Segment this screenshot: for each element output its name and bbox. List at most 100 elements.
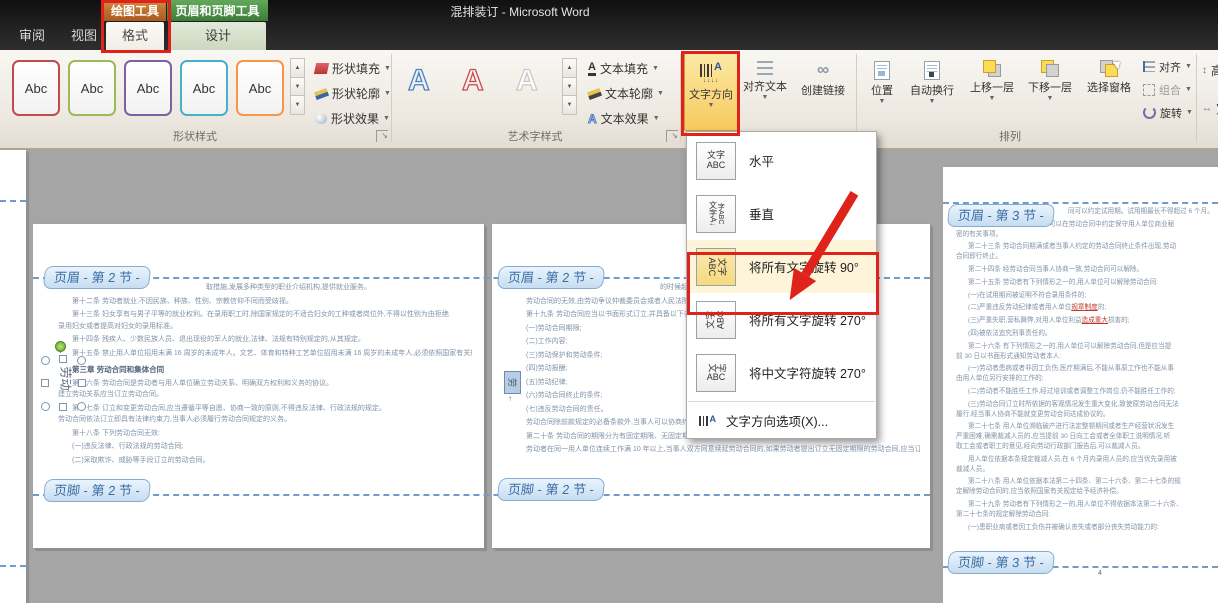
- page-text-left: 取措施,发展多种类型的职业介绍机构,提供就业服务。第十二条 劳动者就业,不因民族…: [58, 282, 472, 466]
- menu-separator: [688, 401, 875, 402]
- selection-pane-icon: [1100, 60, 1118, 77]
- text-line: (二)严重违反劳动纪律或者用人单位规章制度的;: [956, 303, 1218, 313]
- chevron-down-icon: ▼: [708, 102, 715, 109]
- text-fill-button[interactable]: A 文本填充▼: [588, 58, 659, 79]
- shape-style-swatch[interactable]: Abc: [68, 60, 116, 116]
- tab-view[interactable]: 视图: [60, 22, 108, 50]
- header-tag-section3: 页眉 - 第 3 节 -: [947, 204, 1055, 227]
- selection-handle[interactable]: [78, 379, 86, 387]
- text-line: 第十七条 订立和变更劳动合同,应当遵循平等自愿、协商一致的原则,不得违反法律、行…: [58, 403, 472, 415]
- footer-tag-section2-right: 页脚 - 第 2 节 -: [497, 478, 605, 501]
- shape-style-swatch[interactable]: Abc: [236, 60, 284, 116]
- selection-handle[interactable]: [59, 355, 67, 363]
- dialog-launcher-icon[interactable]: ↘: [376, 130, 388, 142]
- chevron-down-icon: ▼: [879, 98, 886, 105]
- text-line: 履行,经当事人协商不能就变更劳动合同达成协议的。: [956, 410, 1218, 420]
- text-line: 第二十四条 经劳动合同当事人协商一致,劳动合同可以解除。: [956, 265, 1218, 275]
- text-line: 第十五条 禁止用人单位招用未满 16 周岁的未成年人。文艺、体育和特种工艺单位招…: [58, 348, 472, 360]
- wrap-text-button[interactable]: 自动换行 ▼: [904, 52, 960, 129]
- selection-handle[interactable]: [77, 402, 86, 411]
- text-line: 第十八条 下列劳动合同无效:: [58, 428, 472, 440]
- position-button[interactable]: 位置 ▼: [862, 52, 902, 129]
- menu-item-rotate-270[interactable]: 文字ABC 将所有文字旋转 270°: [687, 293, 876, 346]
- menu-item-text-direction-options[interactable]: A 文字方向选项(X)...: [687, 404, 876, 436]
- text-direction-menu: 文字ABC 水平 文字A↓字ABC 垂直 文字ABC 将所有文字旋转 90° 文…: [686, 131, 877, 439]
- selected-textbox-text: 劳动: [58, 366, 75, 390]
- width-button[interactable]: ↔ 宽度: [1202, 98, 1218, 119]
- text-outline-button[interactable]: 文本轮廓▼: [588, 83, 664, 104]
- chevron-down-icon: ▼: [1186, 109, 1193, 116]
- align-button[interactable]: 对齐▼: [1143, 56, 1192, 77]
- chevron-down-icon: ▼: [383, 115, 390, 122]
- scroll-down-icon[interactable]: ▼: [562, 77, 577, 97]
- align-text-button[interactable]: 对齐文本 ▼: [739, 52, 791, 129]
- gallery-more-icon[interactable]: ▼: [290, 95, 305, 115]
- text-line: (三)严重失职,营私舞弊,对用人单位利益造成重大损害的;: [956, 316, 1218, 326]
- tab-design[interactable]: 设计: [170, 22, 266, 50]
- page-text-right: 同可以约定试用期。试用期最长不得超过 6 个月。第二十二条 劳动合同当事人可以在…: [956, 207, 1218, 532]
- text-rotate-270-icon: 文字ABC: [696, 301, 736, 339]
- text-line: 建立劳动关系应当订立劳动合同。: [58, 389, 472, 401]
- bring-forward-button[interactable]: 上移一层 ▼: [964, 52, 1020, 129]
- create-link-button[interactable]: ∞ 创建链接: [794, 52, 852, 129]
- text-line: 第二十九条 劳动者有下列情形之一的,用人单位不得依据本法第二十六条、: [956, 500, 1218, 510]
- tab-review[interactable]: 审阅: [8, 22, 56, 50]
- selection-handle[interactable]: [59, 403, 67, 411]
- text-line: (一)违反法律、行政法规的劳动合同;: [58, 441, 472, 453]
- textbox-anchor-arrow: ↑: [508, 394, 512, 403]
- send-backward-icon: [1041, 60, 1059, 77]
- gallery-more-icon[interactable]: ▼: [562, 95, 577, 115]
- text-line: (二)劳动者不能胜任工作,经过培训或者调整工作岗位,仍不能胜任工作的;: [956, 387, 1218, 397]
- menu-item-rotate-cjk-270[interactable]: 文字ABC 将中文字符旋转 270°: [687, 346, 876, 399]
- text-line: 录用妇女或者提高对妇女的录用标准。: [58, 321, 472, 333]
- dialog-launcher-icon[interactable]: ↘: [666, 130, 678, 142]
- menu-item-rotate-90[interactable]: 文字ABC 将所有文字旋转 90°: [687, 240, 876, 293]
- text-line: 第二十三条 劳动合同期满或者当事人约定的劳动合同终止条件出现,劳动: [956, 242, 1218, 252]
- footer-tag-section2-left: 页脚 - 第 2 节 -: [43, 479, 151, 502]
- wordart-style-swatch[interactable]: A: [516, 64, 538, 98]
- shape-outline-button[interactable]: 形状轮廓▼: [315, 83, 391, 104]
- shape-style-swatch[interactable]: Abc: [124, 60, 172, 116]
- text-effects-button[interactable]: A 文本效果▼: [588, 108, 660, 129]
- text-line: 第十二条 劳动者就业,不因民族、种族、性别、宗教信仰不同而受歧视。: [58, 296, 472, 308]
- wordart-style-swatch[interactable]: A: [408, 64, 430, 98]
- shape-style-swatch[interactable]: Abc: [180, 60, 228, 116]
- send-backward-button[interactable]: 下移一层 ▼: [1022, 52, 1078, 129]
- chevron-down-icon: ▼: [657, 90, 664, 97]
- selected-textbox-middle[interactable]: 劳: [504, 371, 521, 394]
- height-button[interactable]: ↕ 高度: [1202, 60, 1218, 81]
- page-number: 4: [1090, 570, 1110, 577]
- group-button[interactable]: 组合▼: [1143, 79, 1192, 100]
- text-line: 由用人单位另行安排的工作的;: [956, 374, 1218, 384]
- contextual-tab-drawing-tools[interactable]: 绘图工具: [104, 0, 166, 21]
- selection-handle[interactable]: [41, 379, 49, 387]
- scroll-down-icon[interactable]: ▼: [290, 77, 305, 97]
- text-line: 第二十六条 有下列情形之一的,用人单位可以解除劳动合同,但是应当提: [956, 342, 1218, 352]
- shape-effects-button[interactable]: 形状效果▼: [315, 108, 390, 129]
- paint-bucket-icon: [314, 63, 329, 74]
- chevron-down-icon: ▼: [929, 98, 936, 105]
- text-vertical-icon: 文字A↓字ABC: [696, 195, 736, 233]
- shape-style-swatch[interactable]: Abc: [12, 60, 60, 116]
- selection-handle[interactable]: [77, 356, 86, 365]
- selection-handle[interactable]: [41, 402, 50, 411]
- scroll-up-icon[interactable]: ▲: [290, 58, 305, 78]
- scroll-up-icon[interactable]: ▲: [562, 58, 577, 78]
- rotate-button[interactable]: 旋转▼: [1143, 102, 1193, 123]
- text-rotate-cjk-270-icon: 文字ABC: [696, 354, 736, 392]
- group-label-arrange: 排列: [940, 128, 1080, 144]
- wordart-style-swatch[interactable]: A: [462, 64, 484, 98]
- tab-format[interactable]: 格式: [106, 22, 164, 50]
- selection-pane-button[interactable]: 选择窗格: [1080, 52, 1138, 129]
- menu-item-horizontal[interactable]: 文字ABC 水平: [687, 134, 876, 187]
- text-direction-button[interactable]: A ↓↓↓↓ 文字方向 ▼: [684, 52, 738, 131]
- width-icon: ↔: [1202, 103, 1212, 114]
- text-line: (三)劳动合同订立时所依据的客观情况发生重大变化,致使原劳动合同无法: [956, 400, 1218, 410]
- text-line: (一)患职业病或者因工负伤并被确认丧失或者部分丧失劳动能力的;: [956, 523, 1218, 533]
- selection-handle[interactable]: [41, 356, 50, 365]
- wrap-text-icon: [924, 61, 940, 80]
- contextual-tab-header-footer-tools[interactable]: 页眉和页脚工具: [167, 0, 268, 21]
- text-rotate-90-icon: 文字ABC: [696, 248, 736, 286]
- shape-fill-button[interactable]: 形状填充▼: [315, 58, 391, 79]
- align-text-icon: [757, 61, 773, 76]
